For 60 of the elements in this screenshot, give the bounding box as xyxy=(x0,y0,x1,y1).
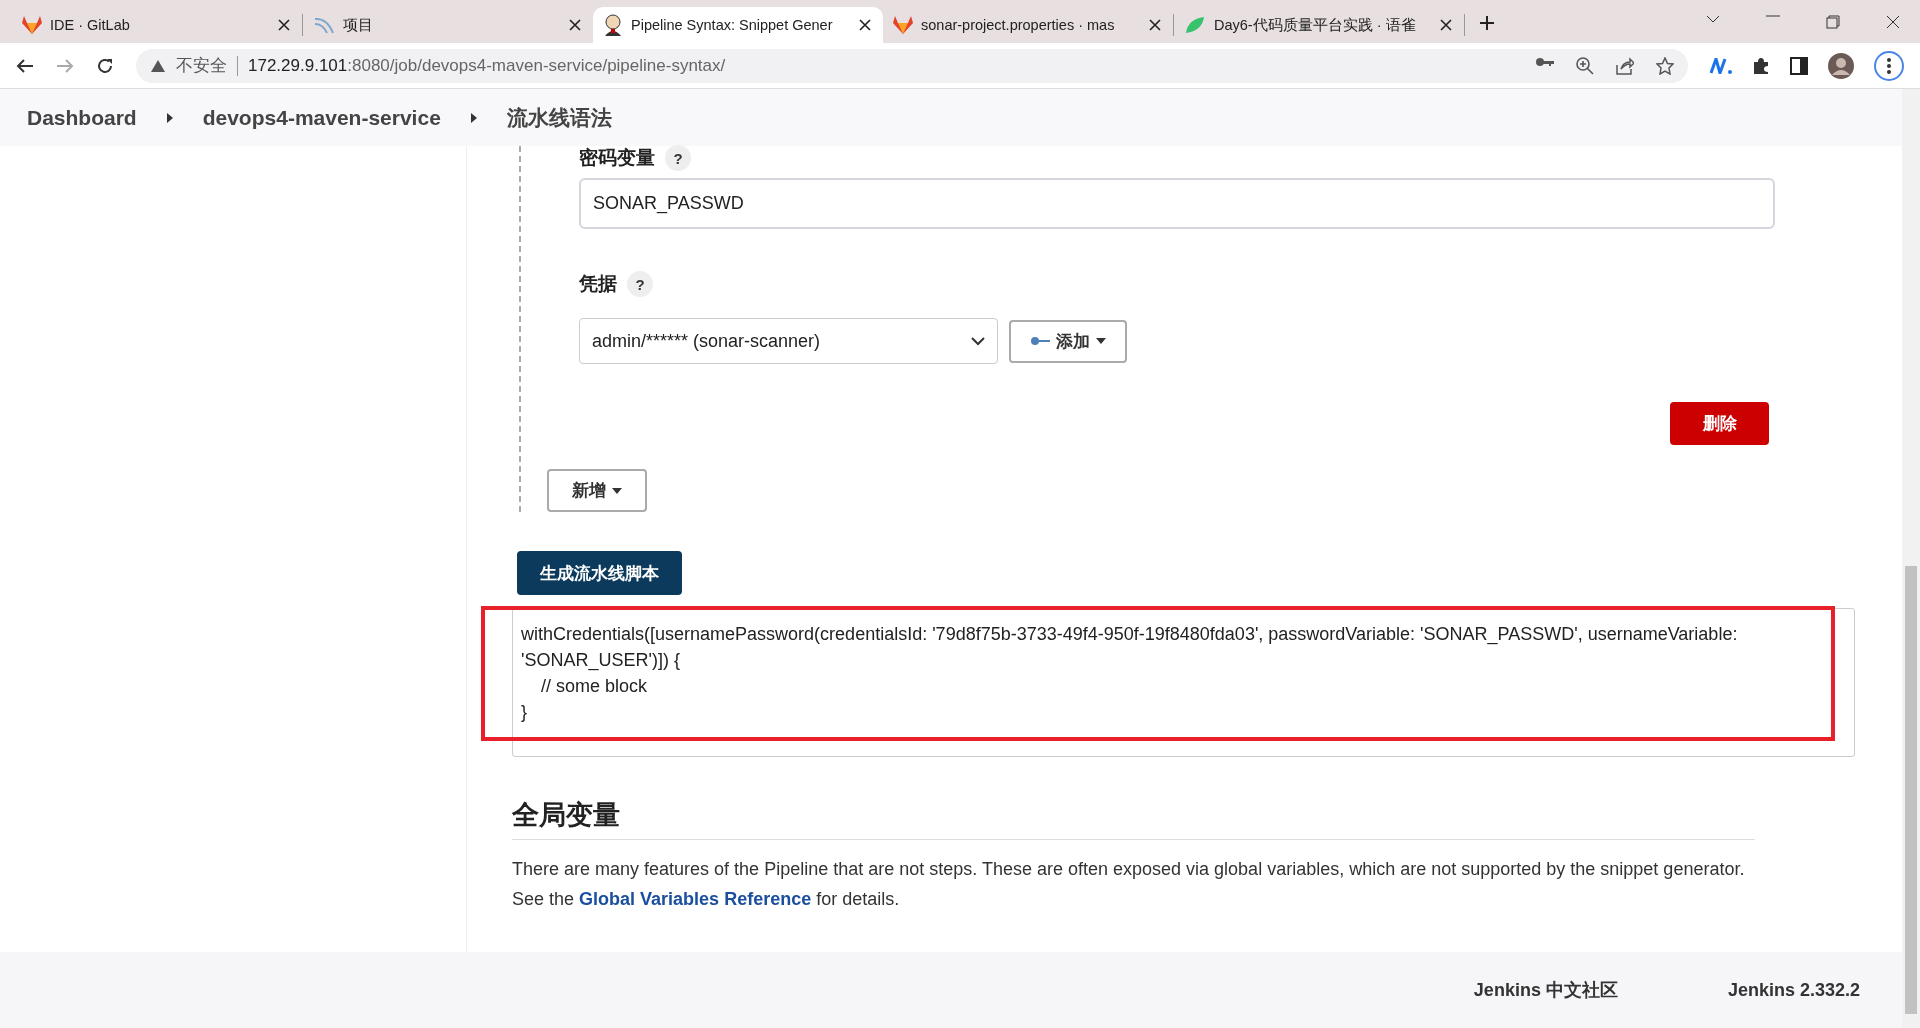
security-label: 不安全 xyxy=(176,55,227,77)
add-button[interactable]: 添加 xyxy=(1009,319,1127,363)
share-icon[interactable] xyxy=(1616,56,1634,75)
close-icon[interactable] xyxy=(1886,14,1900,29)
avatar-icon[interactable] xyxy=(1828,52,1854,79)
browser-tab[interactable]: Pipeline Syntax: Snippet Gener xyxy=(593,7,883,43)
scrollbar[interactable] xyxy=(1902,89,1920,1028)
credentials-dropdown[interactable]: admin/****** (sonar-scanner) xyxy=(579,318,998,364)
extension-logo-icon[interactable] xyxy=(1710,57,1732,74)
browser-tab[interactable]: Day6-代码质量平台实践 · 语雀 xyxy=(1174,7,1464,43)
restore-icon[interactable] xyxy=(1826,14,1840,29)
chevron-down-icon xyxy=(971,336,985,346)
close-icon[interactable] xyxy=(857,17,873,33)
minimize-icon[interactable] xyxy=(1766,14,1780,17)
warning-icon xyxy=(150,58,166,73)
new-button[interactable]: 新增 xyxy=(547,469,647,512)
description-text: There are many features of the Pipeline that are not steps. These are often exposed via global variables, which are not supported by the snippet generator. See the Global Variables Reference for details. xyxy=(512,858,1746,911)
chevron-down-icon[interactable] xyxy=(1706,14,1720,23)
star-icon[interactable] xyxy=(1656,56,1674,75)
forward-icon xyxy=(56,57,74,74)
key-icon[interactable] xyxy=(1536,56,1554,67)
browser-tab[interactable]: 项目 xyxy=(303,7,593,43)
version-text: Jenkins 2.332.2 xyxy=(1727,979,1860,1001)
side-panel-icon[interactable] xyxy=(1790,56,1808,75)
password-variable-field[interactable]: SONAR_PASSWD xyxy=(579,178,1775,229)
url-text: 172.29.9.101:8080/job/devops4-maven-service/pipeline-syntax/ xyxy=(248,55,726,76)
generate-button[interactable]: 生成流水线脚本 xyxy=(517,551,682,595)
key-icon xyxy=(1030,335,1050,347)
delete-button[interactable]: 删除 xyxy=(1670,402,1769,445)
caret-down-icon xyxy=(1096,338,1106,344)
fox-icon xyxy=(22,16,42,34)
breadcrumb-link[interactable]: Dashboard xyxy=(27,105,137,130)
breadcrumb-link[interactable]: devops4-maven-service xyxy=(202,105,441,130)
help-button[interactable]: ? xyxy=(665,145,691,171)
browser-tab[interactable]: sonar-project.properties · mas xyxy=(883,7,1173,43)
close-icon[interactable] xyxy=(567,17,583,33)
breadcrumb-link[interactable]: 流水线语法 xyxy=(506,103,612,132)
browser-tab[interactable]: IDE · GitLab xyxy=(12,7,302,43)
field-label: 凭据 xyxy=(579,272,617,296)
address-bar[interactable]: 不安全 172.29.9.101:8080/job/devops4-maven-service/pipeline-syntax/ xyxy=(136,48,1688,83)
caret-down-icon xyxy=(612,487,622,494)
caret-right-icon xyxy=(470,112,477,123)
close-icon[interactable] xyxy=(1147,17,1163,33)
butler-icon xyxy=(603,14,623,36)
puzzle-icon[interactable] xyxy=(1752,56,1770,75)
section-heading: 全局变量 xyxy=(512,797,1755,840)
back-icon[interactable] xyxy=(16,57,34,74)
arc-icon xyxy=(313,15,335,35)
reload-icon[interactable] xyxy=(96,56,114,75)
footer-link[interactable]: Jenkins 中文社区 xyxy=(1473,978,1618,1002)
help-button[interactable]: ? xyxy=(627,271,653,297)
close-icon[interactable] xyxy=(1438,17,1454,33)
reference-link[interactable]: Global Variables Reference xyxy=(579,889,812,909)
close-icon[interactable] xyxy=(276,17,292,33)
leaf-icon xyxy=(1184,15,1206,35)
menu-icon[interactable] xyxy=(1874,50,1904,81)
caret-right-icon xyxy=(166,112,173,123)
field-label: 密码变量 xyxy=(579,146,655,170)
zoom-icon[interactable] xyxy=(1576,56,1594,75)
fox-icon xyxy=(893,16,913,34)
